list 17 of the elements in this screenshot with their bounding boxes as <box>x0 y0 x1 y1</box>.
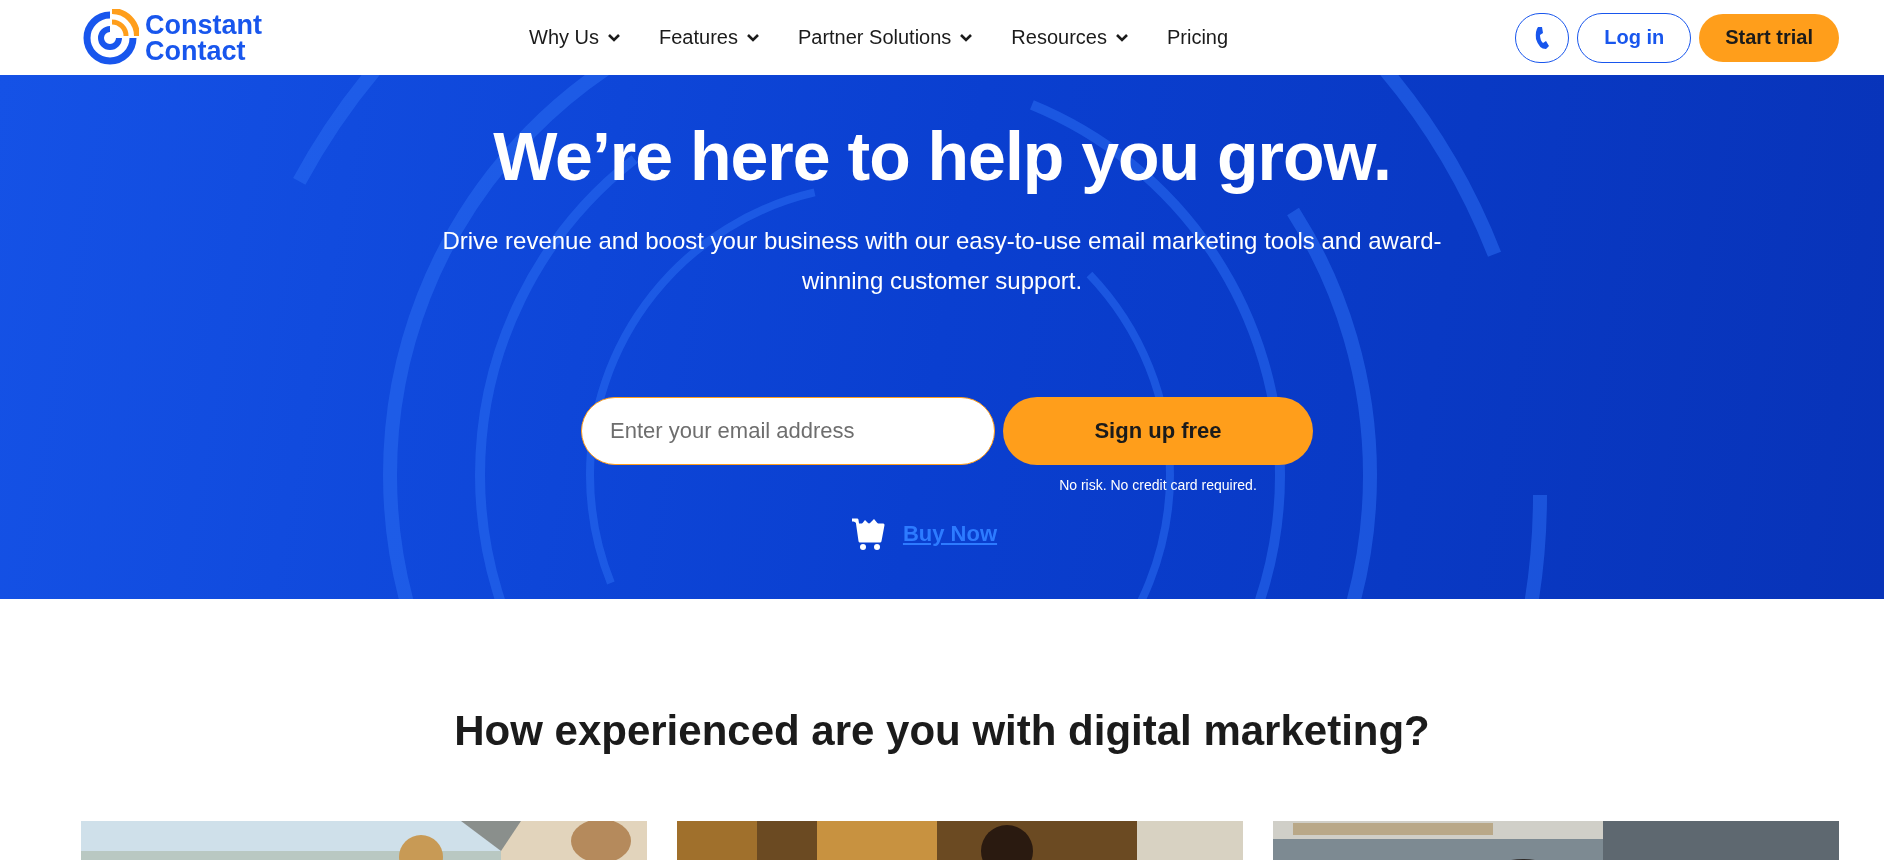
nav-menu-item[interactable]: Why Us <box>529 26 621 49</box>
no-risk-note: No risk. No credit card required. <box>1059 477 1257 493</box>
phone-icon <box>1535 25 1550 50</box>
cart-icon <box>850 517 885 551</box>
start-trial-button[interactable]: Start trial <box>1699 13 1839 62</box>
hero-title: We’re here to help you grow. <box>493 117 1391 195</box>
section-heading: How experienced are you with digital marketing? <box>453 707 1431 755</box>
nav-menu-item[interactable]: Features <box>659 26 760 49</box>
logo-wordmark[interactable]: Constant Contact <box>145 11 262 64</box>
logo-icon <box>81 8 139 67</box>
nav-menu-item[interactable]: Partner Solutions <box>797 26 974 49</box>
login-button[interactable]: Log in <box>1577 12 1692 63</box>
nav-menu-item[interactable]: Pricing <box>1166 26 1229 49</box>
nav-menu-item[interactable]: Resources <box>1011 26 1129 49</box>
email-field[interactable]: Enter your email address <box>581 397 995 465</box>
sign-up-button[interactable]: Sign up free <box>1003 397 1313 465</box>
hero-subtitle: Drive revenue and boost your business with our easy-to-use email marketing tools and award-winning customer support. <box>441 226 1443 296</box>
